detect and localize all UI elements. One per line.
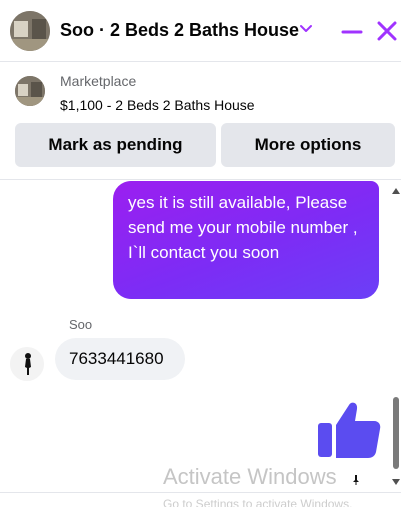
scroll-up-arrow-icon[interactable]: [392, 188, 400, 194]
chat-header: Soo · 2 Beds 2 Baths House: [0, 0, 401, 62]
listing-title[interactable]: $1,100 - 2 Beds 2 Baths House: [60, 97, 255, 113]
sender-name: Soo: [69, 317, 93, 332]
composer-divider: [0, 492, 401, 493]
activate-windows-subtext: Go to Settings to activate Windows.: [163, 497, 353, 507]
minimize-icon[interactable]: [340, 20, 364, 44]
marketplace-label: Marketplace: [60, 73, 137, 89]
close-icon[interactable]: [374, 18, 400, 44]
incoming-message[interactable]: 7633441680: [55, 338, 185, 380]
more-options-button[interactable]: More options: [221, 123, 395, 167]
chevron-down-icon[interactable]: [298, 21, 314, 37]
conversation-title[interactable]: Soo · 2 Beds 2 Baths House: [60, 20, 299, 41]
listing-avatar[interactable]: [10, 11, 50, 51]
thumbs-up-icon[interactable]: [316, 397, 382, 461]
mouse-cursor-icon: [353, 475, 359, 485]
section-divider: [0, 179, 401, 180]
chat-scrollbar[interactable]: [391, 182, 401, 492]
marketplace-listing-thumbnail[interactable]: [15, 76, 45, 106]
outgoing-message[interactable]: yes it is still available, Please send m…: [113, 181, 379, 299]
scroll-thumb[interactable]: [393, 397, 399, 469]
contact-avatar[interactable]: [10, 347, 44, 381]
scroll-down-arrow-icon[interactable]: [392, 479, 400, 485]
activate-windows-watermark: Activate Windows: [163, 464, 337, 489]
mark-as-pending-button[interactable]: Mark as pending: [15, 123, 216, 167]
